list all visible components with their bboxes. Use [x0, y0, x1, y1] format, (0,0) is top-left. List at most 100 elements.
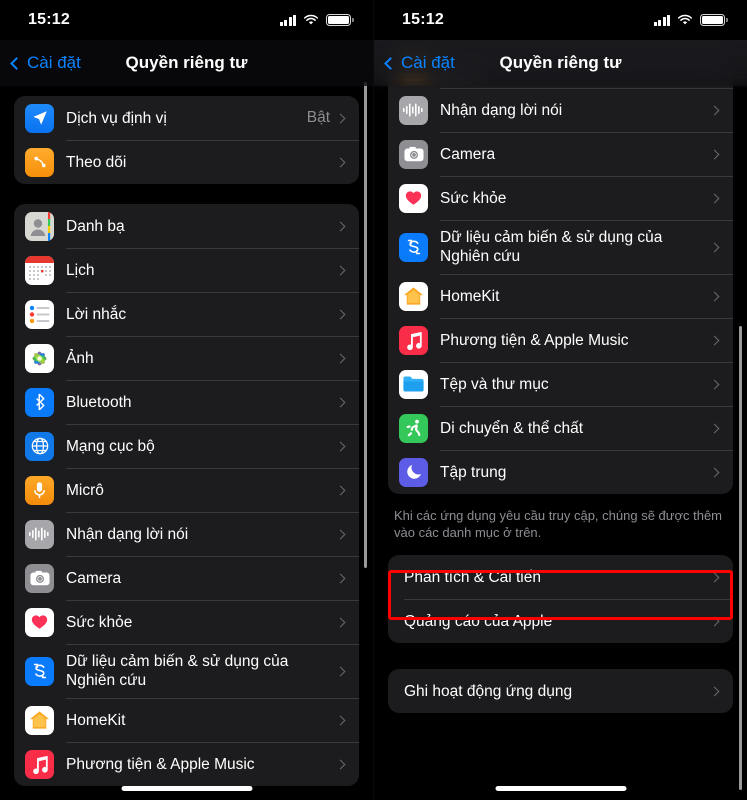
status-time: 15:12: [402, 11, 444, 28]
chevron-right-icon: [335, 309, 346, 319]
location-services-icon: [25, 103, 54, 133]
row-media-apple-music[interactable]: Phương tiện & Apple Music: [14, 742, 359, 786]
microphone-icon: [25, 475, 54, 505]
row-media-apple-music[interactable]: Phương tiện & Apple Music: [388, 318, 733, 362]
status-bar-right: 15:12: [374, 0, 747, 40]
row-files-folders[interactable]: Tệp và thư mục: [388, 362, 733, 406]
row-health[interactable]: Sức khỏe: [14, 600, 359, 644]
permissions-footnote: Khi các ứng dụng yêu cầu truy cập, chúng…: [394, 508, 723, 540]
row-speech-recognition[interactable]: Nhận dạng lời nói: [388, 88, 733, 132]
right-scroll-content[interactable]: Micrô Nhận dạng lời nói: [374, 0, 747, 800]
homekit-icon: [25, 705, 54, 735]
row-speech-recognition[interactable]: Nhận dạng lời nói: [14, 512, 359, 556]
tracking-icon: [25, 147, 54, 177]
chevron-right-icon: [335, 666, 346, 676]
back-button-label: Cài đặt: [27, 53, 81, 72]
row-location-services[interactable]: Dịch vụ định vị Bật: [14, 96, 359, 140]
right-scroll-indicator[interactable]: [739, 326, 742, 790]
row-local-network[interactable]: Mạng cục bộ: [14, 424, 359, 468]
row-tracking[interactable]: Theo dõi: [14, 140, 359, 184]
row-label: Quảng cáo của Apple: [404, 612, 553, 630]
chevron-right-icon: [335, 529, 346, 539]
chevron-right-icon: [709, 149, 720, 159]
chevron-right-icon: [335, 113, 346, 123]
permissions-group: Danh bạ Lịch Lời nhắc Ảnh Bluetooth Mạng…: [14, 204, 359, 786]
row-health[interactable]: Sức khỏe: [388, 176, 733, 220]
row-reminders[interactable]: Lời nhắc: [14, 292, 359, 336]
row-photos[interactable]: Ảnh: [14, 336, 359, 380]
bluetooth-icon: [25, 387, 54, 417]
wifi-icon: [303, 14, 319, 25]
row-research-sensor[interactable]: Dữ liệu cảm biến & sử dụng của Nghiên cứ…: [388, 220, 733, 274]
speech-recognition-icon: [399, 95, 428, 125]
nav-bar-left: Cài đặt Quyền riêng tư: [0, 40, 373, 86]
dual-screenshot-container: 15:12 Cài đặt Quyền riêng tư Dịch vụ địn…: [0, 0, 747, 800]
chevron-right-icon: [335, 715, 346, 725]
row-label: Camera: [66, 569, 122, 587]
left-scroll-content[interactable]: Dịch vụ định vị Bật Theo dõi Danh bạ Lịc…: [0, 0, 373, 800]
row-homekit[interactable]: HomeKit: [14, 698, 359, 742]
status-indicators: [279, 14, 354, 26]
row-label: Micrô: [66, 481, 104, 499]
back-button[interactable]: Cài đặt: [374, 53, 455, 73]
row-focus[interactable]: Tập trung: [388, 450, 733, 494]
status-time: 15:12: [28, 11, 70, 28]
chevron-right-icon: [335, 265, 346, 275]
media-apple-music-icon: [25, 749, 54, 779]
row-label: Phương tiện & Apple Music: [66, 755, 255, 773]
chevron-right-icon: [335, 485, 346, 495]
media-apple-music-icon: [399, 325, 428, 355]
back-button[interactable]: Cài đặt: [0, 53, 81, 73]
row-label: HomeKit: [66, 711, 126, 729]
chevron-right-icon: [335, 157, 346, 167]
cellular-bars-icon: [653, 14, 670, 26]
row-app-privacy-report[interactable]: Ghi hoạt động ứng dụng: [388, 669, 733, 713]
row-label: Tập trung: [440, 463, 507, 481]
speech-recognition-icon: [25, 519, 54, 549]
left-scroll-indicator[interactable]: [364, 82, 367, 568]
chevron-right-icon: [709, 105, 720, 115]
row-label: Sức khỏe: [66, 613, 133, 631]
chevron-right-icon: [335, 397, 346, 407]
row-label: Phân tích & Cải tiến: [404, 568, 541, 586]
row-calendar[interactable]: Lịch: [14, 248, 359, 292]
camera-icon: [25, 563, 54, 593]
chevron-right-icon: [709, 379, 720, 389]
location-group: Dịch vụ định vị Bật Theo dõi: [14, 96, 359, 184]
left-phone-screen: 15:12 Cài đặt Quyền riêng tư Dịch vụ địn…: [0, 0, 374, 800]
calendar-icon: [25, 255, 54, 285]
row-analytics-improvements[interactable]: Phân tích & Cải tiến: [388, 555, 733, 599]
row-label: Ghi hoạt động ứng dụng: [404, 682, 573, 700]
chevron-right-icon: [709, 686, 720, 696]
row-label: Danh bạ: [66, 217, 125, 235]
chevron-right-icon: [709, 616, 720, 626]
row-label: Dữ liệu cảm biến & sử dụng của Nghiên cứ…: [66, 653, 289, 689]
research-sensor-icon: [25, 656, 54, 686]
chevron-right-icon: [335, 759, 346, 769]
chevron-right-icon: [709, 242, 720, 252]
row-research-sensor[interactable]: Dữ liệu cảm biến & sử dụng của Nghiên cứ…: [14, 644, 359, 698]
health-icon: [399, 183, 428, 213]
battery-icon: [326, 14, 354, 26]
row-contacts[interactable]: Danh bạ: [14, 204, 359, 248]
row-camera[interactable]: Camera: [388, 132, 733, 176]
status-bar-left: 15:12: [0, 0, 373, 40]
row-homekit[interactable]: HomeKit: [388, 274, 733, 318]
chevron-right-icon: [335, 617, 346, 627]
chevron-right-icon: [335, 573, 346, 583]
homekit-icon: [399, 281, 428, 311]
cellular-bars-icon: [279, 14, 296, 26]
row-bluetooth[interactable]: Bluetooth: [14, 380, 359, 424]
row-apple-advertising[interactable]: Quảng cáo của Apple: [388, 599, 733, 643]
chevron-right-icon: [335, 441, 346, 451]
motion-fitness-icon: [399, 413, 428, 443]
row-motion-fitness[interactable]: Di chuyển & thể chất: [388, 406, 733, 450]
health-icon: [25, 607, 54, 637]
row-microphone[interactable]: Micrô: [14, 468, 359, 512]
home-indicator-right: [495, 786, 626, 791]
files-folders-icon: [399, 369, 428, 399]
chevron-right-icon: [709, 423, 720, 433]
chevron-right-icon: [335, 221, 346, 231]
row-camera[interactable]: Camera: [14, 556, 359, 600]
nav-bar-right: Cài đặt Quyền riêng tư: [374, 40, 747, 86]
